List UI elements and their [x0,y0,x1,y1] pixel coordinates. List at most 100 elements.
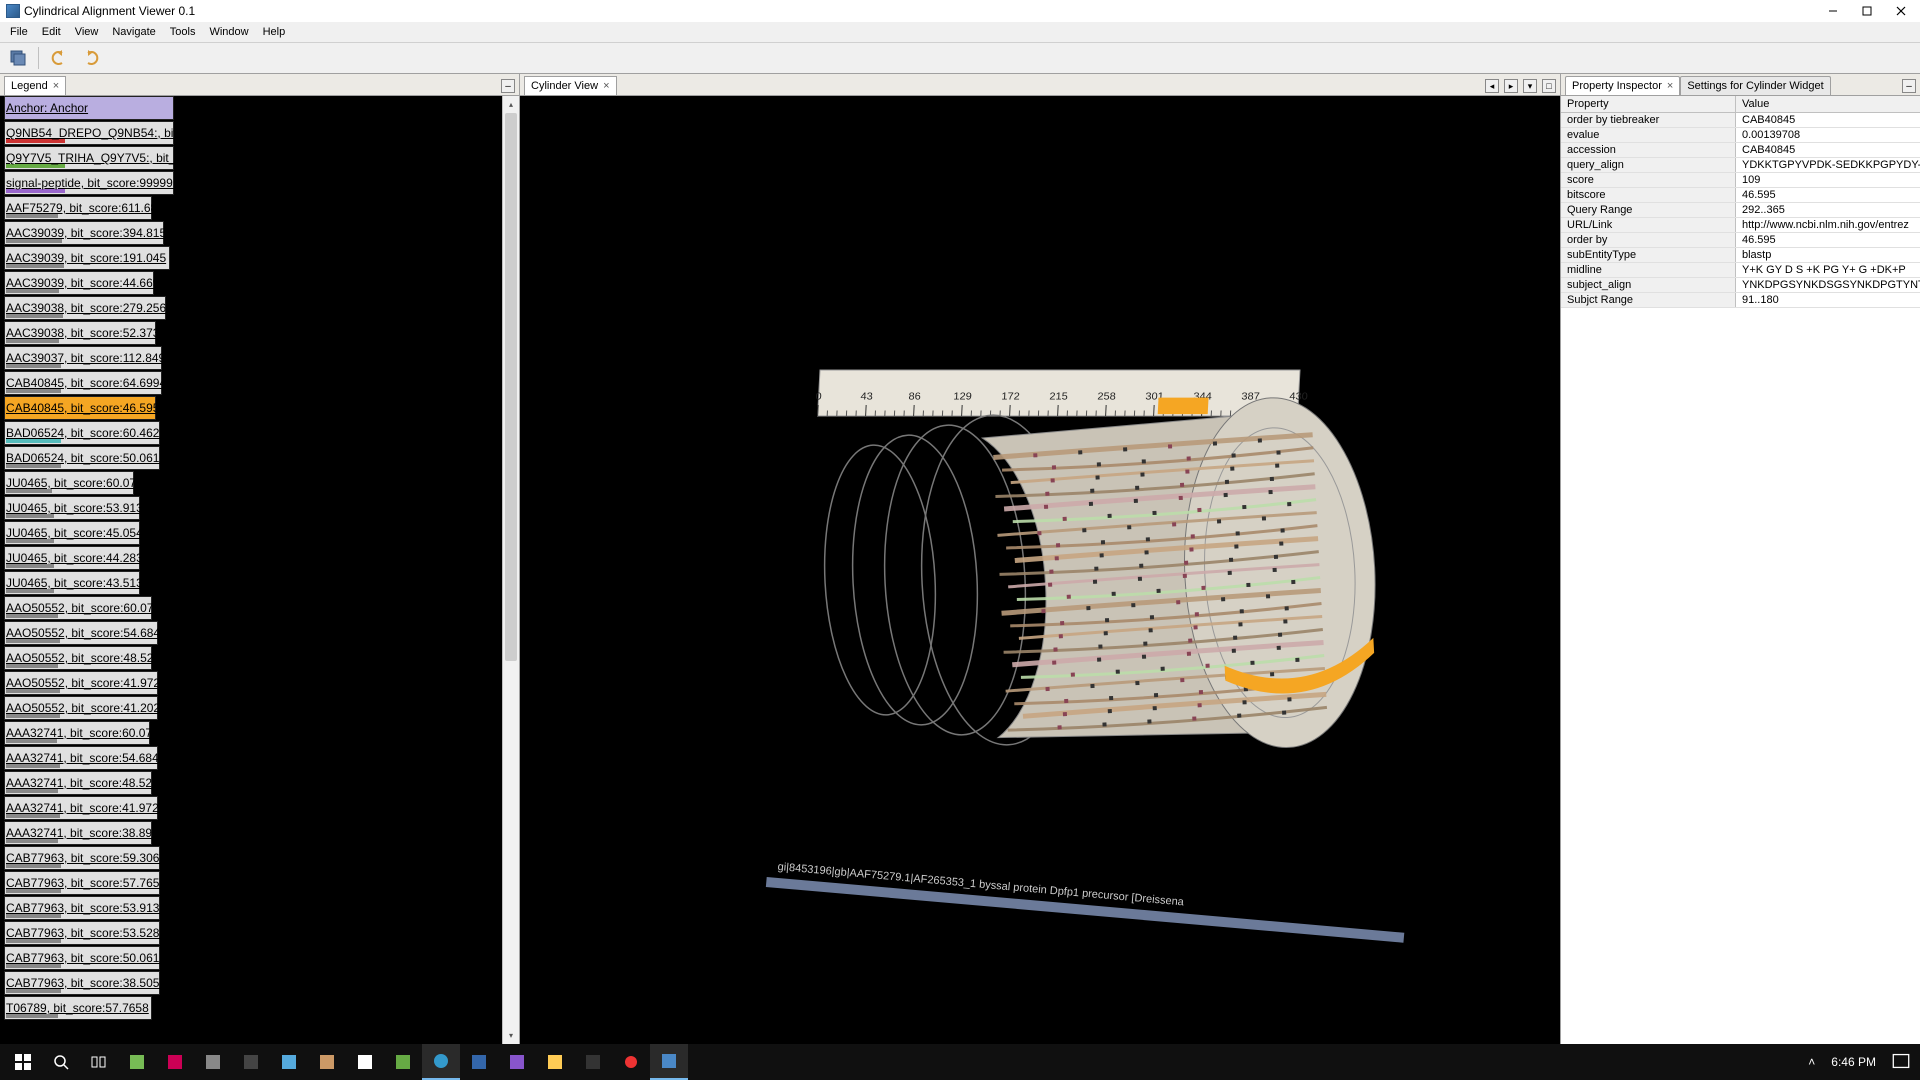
legend-item[interactable]: CAB77963, bit_score:57.7658 [0,871,502,896]
legend-item[interactable]: AAC39038, bit_score:52.373 [0,321,502,346]
property-row[interactable]: Query Range 292..365 [1561,203,1920,218]
legend-item[interactable]: signal-peptide, bit_score:99999.99 [0,171,502,196]
legend-item[interactable]: CAB77963, bit_score:50.0618 [0,946,502,971]
legend-item[interactable]: JU0465, bit_score:44.2838 [0,546,502,571]
legend-item[interactable]: BAD06524, bit_score:60.4622 [0,421,502,446]
property-row[interactable]: subject_align YNKDPGSYNKDSGSYNKDPGTYNTAT… [1561,278,1920,293]
menu-navigate[interactable]: Navigate [105,24,162,40]
property-row[interactable]: subEntityType blastp [1561,248,1920,263]
legend-item[interactable]: JU0465, bit_score:53.9138 [0,496,502,521]
taskbar-app-12[interactable] [536,1044,574,1080]
legend-scrollbar[interactable]: ▴ ▾ [502,96,519,1044]
property-row[interactable]: evalue 0.00139708 [1561,128,1920,143]
taskbar-app-14[interactable] [612,1044,650,1080]
legend-item[interactable]: AAC39039, bit_score:394.815 [0,221,502,246]
legend-list[interactable]: Anchor: Anchor Q9NB54_DREPO_Q9NB54:, bit… [0,96,502,1044]
legend-item[interactable]: AAC39038, bit_score:279.256 [0,296,502,321]
taskbar-clock[interactable]: 6:46 PM [1821,1055,1886,1069]
property-row[interactable]: bitscore 46.595 [1561,188,1920,203]
notifications-icon[interactable] [1886,1052,1916,1073]
legend-item[interactable]: AAA32741, bit_score:48.521 [0,771,502,796]
legend-item[interactable]: AAO50552, bit_score:41.9726 [0,671,502,696]
tray-chevron-icon[interactable]: ˄ [1802,1055,1821,1069]
tab-property-inspector[interactable]: Property Inspector × [1565,76,1680,95]
panel-minimize-button[interactable]: – [1902,79,1916,93]
taskbar-app-1[interactable] [118,1044,156,1080]
legend-item[interactable]: AAA32741, bit_score:41.9726 [0,796,502,821]
legend-item[interactable]: Q9NB54_DREPO_Q9NB54:, bit_score:99999.99 [0,121,502,146]
legend-item[interactable]: AAO50552, bit_score:60.077 [0,596,502,621]
taskbar-app-11[interactable] [498,1044,536,1080]
taskbar-app-3[interactable] [194,1044,232,1080]
property-row[interactable]: URL/Link http://www.ncbi.nlm.nih.gov/ent… [1561,218,1920,233]
legend-item[interactable]: Q9Y7V5_TRIHA_Q9Y7V5:, bit_score:99999.99 [0,146,502,171]
maximize-button[interactable] [1850,1,1884,21]
close-icon[interactable]: × [1667,80,1673,92]
scroll-down-button[interactable]: ▾ [503,1027,519,1044]
scroll-up-button[interactable]: ▴ [503,96,519,113]
close-icon[interactable]: × [53,80,59,92]
taskbar-app-13[interactable] [574,1044,612,1080]
legend-item[interactable]: CAB40845, bit_score:64.6994 [0,371,502,396]
close-button[interactable] [1884,1,1918,21]
taskbar-app-10[interactable] [460,1044,498,1080]
nav-next-button[interactable]: ▸ [1504,79,1518,93]
taskbar-app-5[interactable] [270,1044,308,1080]
scroll-track[interactable] [503,113,519,1027]
taskbar-app-current[interactable] [650,1044,688,1080]
tab-cylinder-view[interactable]: Cylinder View × [524,76,617,95]
menu-view[interactable]: View [68,24,106,40]
undo-button[interactable] [47,46,71,70]
taskbar-search-icon[interactable] [42,1044,80,1080]
redo-button[interactable] [79,46,103,70]
property-row[interactable]: order by tiebreaker CAB40845 [1561,113,1920,128]
property-row[interactable]: Subjct Range 91..180 [1561,293,1920,308]
legend-item[interactable]: T06789, bit_score:57.7658 [0,996,502,1021]
property-row[interactable]: accession CAB40845 [1561,143,1920,158]
scroll-thumb[interactable] [505,113,517,661]
taskbar-app-9[interactable] [422,1044,460,1080]
legend-item[interactable]: AAF75279, bit_score:611.683 [0,196,502,221]
taskbar-app-4[interactable] [232,1044,270,1080]
legend-item[interactable]: AAA32741, bit_score:60.077 [0,721,502,746]
panel-minimize-button[interactable]: – [501,79,515,93]
legend-item[interactable]: AAC39039, bit_score:44.669 [0,271,502,296]
legend-item[interactable]: JU0465, bit_score:60.077 [0,471,502,496]
save-all-button[interactable] [6,46,30,70]
tab-legend[interactable]: Legend × [4,76,66,95]
legend-item[interactable]: CAB77963, bit_score:53.5286 [0,921,502,946]
menu-tools[interactable]: Tools [163,24,203,40]
nav-prev-button[interactable]: ◂ [1485,79,1499,93]
legend-item[interactable]: AAA32741, bit_score:54.6842 [0,746,502,771]
property-row[interactable]: midline Y+K GY D S +K PG Y+ G +DK+P [1561,263,1920,278]
property-row[interactable]: score 109 [1561,173,1920,188]
start-button[interactable] [4,1044,42,1080]
close-icon[interactable]: × [603,80,609,92]
taskbar-app-2[interactable] [156,1044,194,1080]
legend-item[interactable]: AAO50552, bit_score:41.2022 [0,696,502,721]
legend-item[interactable]: CAB77963, bit_score:59.3066 [0,846,502,871]
panel-maximize-button[interactable]: □ [1542,79,1556,93]
minimize-button[interactable] [1816,1,1850,21]
legend-item[interactable]: CAB77963, bit_score:38.5058 [0,971,502,996]
legend-item[interactable]: JU0465, bit_score:45.0542 [0,521,502,546]
legend-item[interactable]: AAC39039, bit_score:191.045 [0,246,502,271]
legend-item[interactable]: AAA32741, bit_score:38.891 [0,821,502,846]
legend-item[interactable]: AAO50552, bit_score:48.521 [0,646,502,671]
legend-item[interactable]: BAD06524, bit_score:50.0618 [0,446,502,471]
menu-window[interactable]: Window [202,24,255,40]
task-view-icon[interactable] [80,1044,118,1080]
legend-item[interactable]: AAO50552, bit_score:54.6842 [0,621,502,646]
nav-menu-button[interactable]: ▾ [1523,79,1537,93]
tab-settings-cylinder[interactable]: Settings for Cylinder Widget [1680,76,1830,95]
legend-item[interactable]: CAB77963, bit_score:53.9138 [0,896,502,921]
legend-item[interactable]: JU0465, bit_score:43.5134 [0,571,502,596]
menu-edit[interactable]: Edit [35,24,68,40]
taskbar-app-7[interactable] [346,1044,384,1080]
taskbar-app-8[interactable] [384,1044,422,1080]
cylinder-viewport[interactable]: 04386129172215258301344387430 [520,96,1560,1044]
menu-file[interactable]: File [3,24,35,40]
legend-item[interactable]: CAB40845, bit_score:46.595 [0,396,502,421]
property-row[interactable]: query_align YDKKTGPYVPDK-SEDKKPGPYDY-DGP [1561,158,1920,173]
menu-help[interactable]: Help [256,24,293,40]
